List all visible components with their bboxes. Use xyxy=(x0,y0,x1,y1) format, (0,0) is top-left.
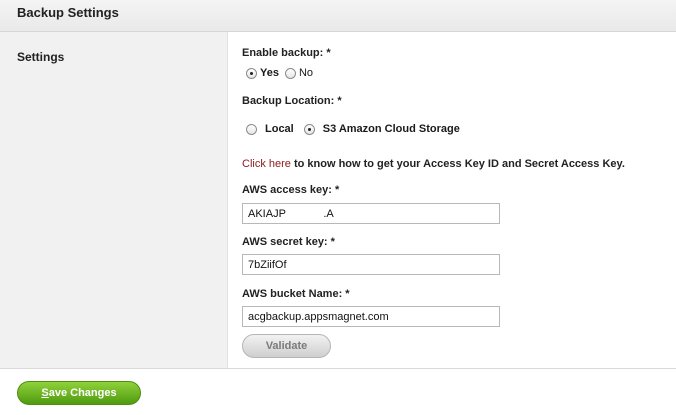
save-changes-accesskey: S xyxy=(41,387,49,399)
save-changes-label: ave Changes xyxy=(48,387,117,399)
enable-backup-label: Enable backup: * xyxy=(242,47,331,59)
aws-secret-key-input[interactable] xyxy=(242,254,500,275)
enable-backup-no-label[interactable]: No xyxy=(299,67,313,79)
backup-location-label: Backup Location: * xyxy=(242,95,342,107)
sidebar-section-label: Settings xyxy=(17,50,65,64)
aws-access-key-label: AWS access key: * xyxy=(242,184,340,196)
page-title: Backup Settings xyxy=(17,5,119,20)
settings-form: Enable backup: * Yes No Backup Location:… xyxy=(228,32,676,368)
backup-location-local-radio[interactable] xyxy=(246,123,257,135)
enable-backup-options: Yes No xyxy=(246,67,319,79)
settings-sidebar: Settings xyxy=(0,32,228,368)
credentials-help-link[interactable]: Click here xyxy=(242,158,291,170)
backup-location-s3-radio[interactable] xyxy=(303,123,315,135)
page-header: Backup Settings xyxy=(0,0,676,32)
enable-backup-yes-radio[interactable] xyxy=(246,67,257,79)
enable-backup-yes-label[interactable]: Yes xyxy=(260,67,279,79)
save-changes-button[interactable]: Save Changes xyxy=(17,381,141,405)
validate-button[interactable]: Validate xyxy=(242,334,331,358)
form-footer: Save Changes xyxy=(0,368,676,415)
backup-location-options: Local S3 Amazon Cloud Storage xyxy=(246,123,466,135)
aws-bucket-name-label: AWS bucket Name: * xyxy=(242,288,350,300)
aws-bucket-name-input[interactable] xyxy=(242,306,500,327)
aws-access-key-input[interactable] xyxy=(242,203,500,224)
credentials-help-text: Click here to know how to get your Acces… xyxy=(242,158,625,170)
enable-backup-no-radio[interactable] xyxy=(284,67,296,79)
aws-secret-key-label: AWS secret key: * xyxy=(242,236,335,248)
backup-location-local-label[interactable]: Local xyxy=(265,123,294,135)
credentials-help-description: to know how to get your Access Key ID an… xyxy=(290,158,625,170)
backup-location-s3-label[interactable]: S3 Amazon Cloud Storage xyxy=(323,123,460,135)
